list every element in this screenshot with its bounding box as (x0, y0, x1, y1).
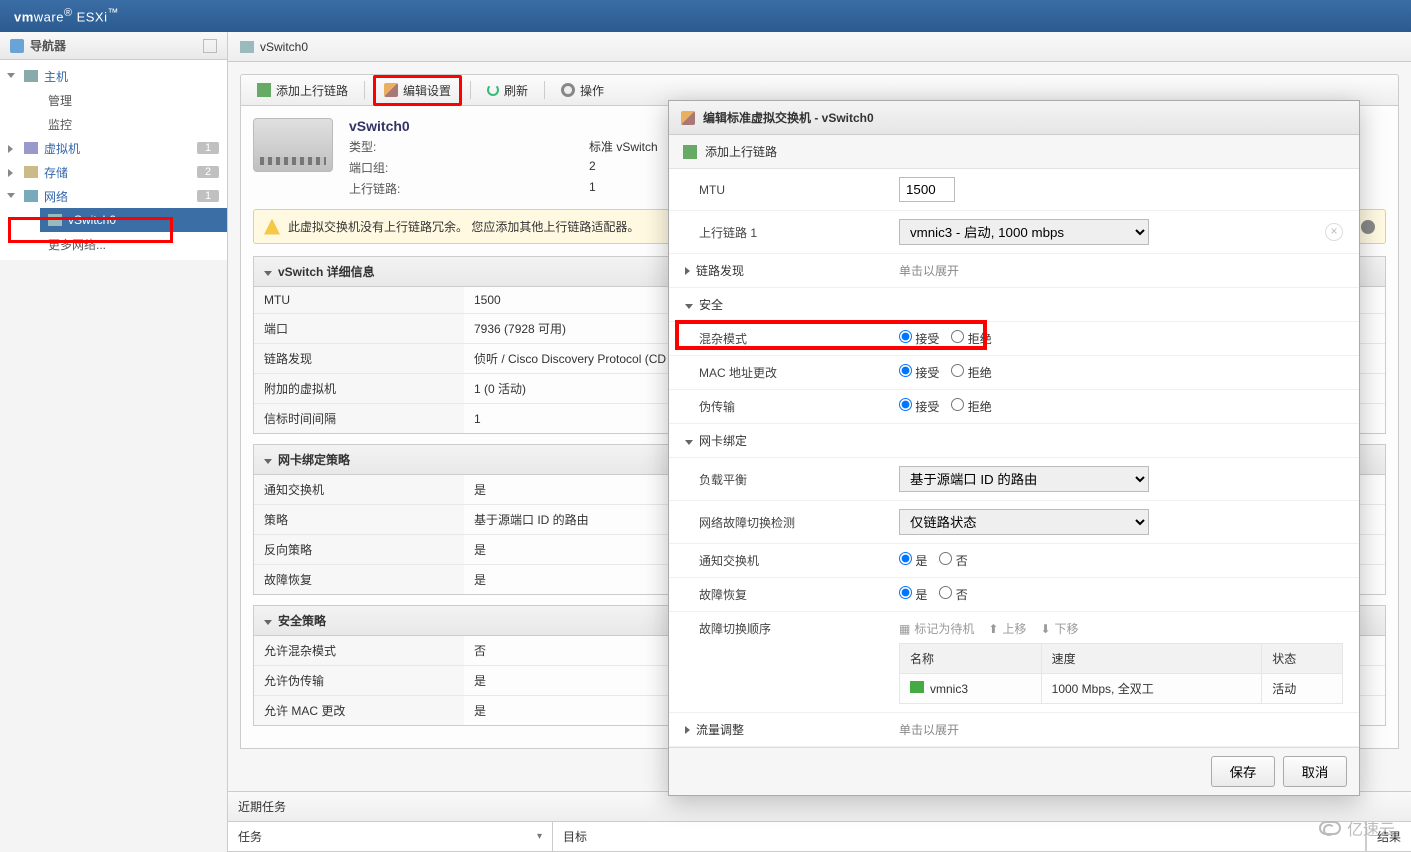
refresh-icon (487, 84, 499, 96)
forged-accept[interactable]: 接受 (899, 398, 939, 415)
nav-host[interactable]: 主机 (0, 64, 227, 88)
mac-reject[interactable]: 拒绝 (951, 364, 991, 381)
nav-monitor[interactable]: 监控 (40, 112, 227, 136)
forged-reject[interactable]: 拒绝 (951, 398, 991, 415)
cloud-icon (1319, 821, 1341, 835)
warning-text: 此虚拟交换机没有上行链路冗余。 您应添加其他上行链路适配器。 (288, 218, 639, 235)
nav-vswitch0[interactable]: vSwitch0 (40, 208, 227, 232)
gear-icon[interactable] (1361, 220, 1375, 234)
navigator-icon (10, 39, 24, 53)
notify-yes[interactable]: 是 (899, 552, 927, 569)
add-icon (683, 145, 697, 159)
nic-icon (910, 681, 924, 693)
topbar: vmware® ESXi™ (0, 0, 1411, 32)
mtu-input[interactable] (899, 177, 955, 202)
navigator-title: 导航器 (30, 37, 66, 54)
row-forged: 伪传输 接受 拒绝 (669, 390, 1359, 424)
recent-tasks: 近期任务 任务▾ 目标 结果 (228, 791, 1411, 852)
row-notify: 通知交换机 是 否 (669, 544, 1359, 578)
edit-icon (384, 83, 398, 97)
section-teaming[interactable]: 网卡绑定 (669, 424, 1359, 458)
warning-icon (264, 219, 280, 235)
vswitch-icon (240, 41, 254, 53)
failback-yes[interactable]: 是 (899, 586, 927, 603)
add-uplink-button[interactable]: 添加上行链路 (249, 78, 356, 103)
add-icon (257, 83, 271, 97)
refresh-button[interactable]: 刷新 (479, 78, 536, 103)
nav-network[interactable]: 网络1 (0, 184, 227, 208)
add-uplink-button[interactable]: 添加上行链路 (669, 135, 1359, 169)
mark-standby-button[interactable]: ▦ 标记为待机 (899, 620, 974, 637)
load-balance-select[interactable]: 基于源端口 ID 的路由 (899, 466, 1149, 492)
promisc-accept[interactable]: 接受 (899, 330, 939, 347)
edit-icon (681, 111, 695, 125)
ds-count-badge: 2 (197, 166, 219, 178)
edit-settings-button[interactable]: 编辑设置 (373, 75, 462, 106)
actions-button[interactable]: 操作 (553, 78, 612, 103)
collapse-icon[interactable] (203, 39, 217, 53)
nav-datastore[interactable]: 存储2 (0, 160, 227, 184)
nav-manage[interactable]: 管理 (40, 88, 227, 112)
cancel-button[interactable]: 取消 (1283, 756, 1347, 787)
save-button[interactable]: 保存 (1211, 756, 1275, 787)
notify-no[interactable]: 否 (939, 552, 967, 569)
col-task[interactable]: 任务▾ (228, 822, 553, 851)
watermark: 亿速云 (1319, 816, 1395, 840)
host-icon (24, 70, 38, 82)
section-link-discovery[interactable]: 链路发现 单击以展开 (669, 254, 1359, 288)
row-failback: 故障恢复 是 否 (669, 578, 1359, 612)
move-down-button[interactable]: ⬇ 下移 (1040, 620, 1078, 637)
vswitch-image (253, 118, 333, 172)
failover-table: 名称速度状态 vmnic31000 Mbps, 全双工活动 (899, 643, 1343, 704)
failback-no[interactable]: 否 (939, 586, 967, 603)
promisc-reject[interactable]: 拒绝 (951, 330, 991, 347)
move-up-button[interactable]: ⬆ 上移 (988, 620, 1026, 637)
mac-accept[interactable]: 接受 (899, 364, 939, 381)
vswitch-icon (48, 214, 62, 226)
navigator-panel: 导航器 主机 管理 监控 虚拟机1 存储2 网络1 vSwitch0 更多网络.… (0, 32, 228, 852)
failover-detect-select[interactable]: 仅链路状态 (899, 509, 1149, 535)
row-mtu: MTU (669, 169, 1359, 211)
network-icon (24, 190, 38, 202)
breadcrumb: vSwitch0 (228, 32, 1411, 62)
row-load-balance: 负载平衡 基于源端口 ID 的路由 (669, 458, 1359, 501)
uplink1-select[interactable]: vmnic3 - 启动, 1000 mbps (899, 219, 1149, 245)
row-uplink1: 上行链路 1 vmnic3 - 启动, 1000 mbps × (669, 211, 1359, 254)
remove-uplink-icon[interactable]: × (1325, 223, 1343, 241)
row-failover-detect: 网络故障切换检测 仅链路状态 (669, 501, 1359, 544)
datastore-icon (24, 166, 38, 178)
section-security[interactable]: 安全 (669, 288, 1359, 322)
row-failover-order: 故障切换顺序 ▦ 标记为待机 ⬆ 上移 ⬇ 下移 名称速度状态 vmnic310… (669, 612, 1359, 713)
vm-count-badge: 1 (197, 142, 219, 154)
brand: vmware® ESXi™ (14, 7, 119, 24)
net-count-badge: 1 (197, 190, 219, 202)
edit-vswitch-dialog: 编辑标准虚拟交换机 - vSwitch0 添加上行链路 MTU 上行链路 1 v… (668, 100, 1360, 796)
gear-icon (561, 83, 575, 97)
tasks-title: 近期任务 (238, 798, 286, 815)
row-promiscuous: 混杂模式 接受 拒绝 (669, 322, 1359, 356)
dialog-header: 编辑标准虚拟交换机 - vSwitch0 (669, 101, 1359, 135)
dialog-title: 编辑标准虚拟交换机 - vSwitch0 (703, 109, 874, 126)
page-title: vSwitch0 (260, 40, 308, 54)
col-target[interactable]: 目标 (553, 822, 1366, 851)
nav-vm[interactable]: 虚拟机1 (0, 136, 227, 160)
section-traffic-shaping[interactable]: 流量调整 单击以展开 (669, 713, 1359, 747)
row-mac-change: MAC 地址更改 接受 拒绝 (669, 356, 1359, 390)
nav-more-networks[interactable]: 更多网络... (40, 232, 227, 256)
navigator-header: 导航器 (0, 32, 227, 60)
table-row[interactable]: vmnic31000 Mbps, 全双工活动 (900, 674, 1343, 704)
vm-icon (24, 142, 38, 154)
